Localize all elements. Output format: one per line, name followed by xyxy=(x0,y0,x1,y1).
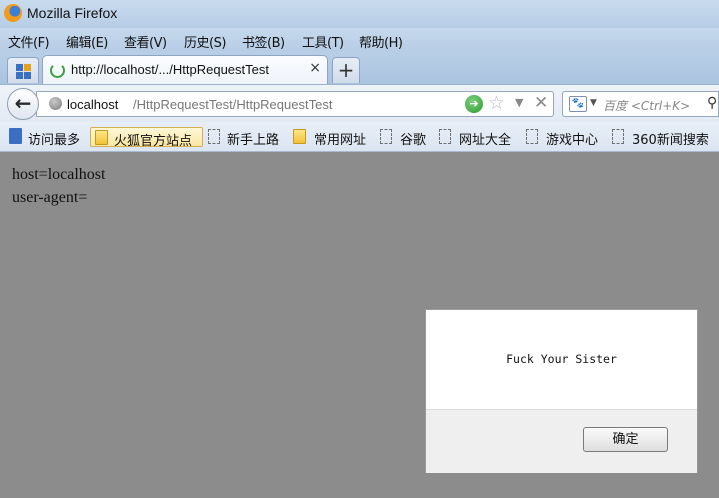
menu-history[interactable]: 历史(S) xyxy=(184,32,226,51)
bookmark-most-visited[interactable]: 访问最多 xyxy=(9,127,91,148)
firefox-logo-icon xyxy=(4,4,22,22)
bookmark-firefox-site[interactable]: 火狐官方站点 xyxy=(90,127,203,149)
tab-close-icon[interactable]: × xyxy=(309,60,321,76)
menu-edit[interactable]: 编辑(E) xyxy=(66,32,108,51)
navigation-bar: localhost /HttpRequestTest/HttpRequestTe… xyxy=(0,84,719,122)
search-bar[interactable]: 🐾 ▼ 百度 <Ctrl+K> ⚲ xyxy=(562,91,719,117)
bookmark-url-directory[interactable]: 网址大全 xyxy=(439,127,519,148)
menu-tools[interactable]: 工具(T) xyxy=(302,32,344,51)
host-line: host=localhost xyxy=(12,166,106,183)
bookmark-label: 游戏中心 xyxy=(546,133,599,148)
bookmark-game-center[interactable]: 游戏中心 xyxy=(526,127,606,148)
bookmark-label: 新手上路 xyxy=(227,133,280,148)
menu-file[interactable]: 文件(F) xyxy=(8,32,50,51)
tab-title: http://localhost/.../HttpRequestTest xyxy=(71,62,269,77)
globe-icon xyxy=(49,97,62,110)
tab-strip: http://localhost/.../HttpRequestTest × + xyxy=(0,52,719,84)
search-placeholder: 百度 <Ctrl+K> xyxy=(603,99,691,113)
bookmark-label: 360新闻搜索 xyxy=(632,133,709,148)
new-tab-button[interactable]: + xyxy=(332,57,360,83)
alert-message: Fuck Your Sister xyxy=(506,352,617,366)
window-title: Mozilla Firefox xyxy=(27,5,118,21)
magnifier-icon[interactable]: ⚲ xyxy=(707,95,717,111)
bookmark-label: 谷歌 xyxy=(400,133,427,148)
alert-dialog: Fuck Your Sister 确定 xyxy=(425,309,698,473)
bookmark-360-news[interactable]: 360新闻搜索 xyxy=(612,127,719,148)
menu-bookmarks[interactable]: 书签(B) xyxy=(242,32,285,51)
folder-icon xyxy=(293,129,306,144)
folder-icon xyxy=(95,130,108,145)
menu-help[interactable]: 帮助(H) xyxy=(359,32,403,51)
page-icon xyxy=(526,129,538,144)
tab-groups-button[interactable] xyxy=(7,57,39,83)
bookmark-label: 网址大全 xyxy=(459,133,512,148)
back-button[interactable]: ← xyxy=(7,88,39,120)
bookmark-label: 访问最多 xyxy=(28,133,81,148)
menu-view[interactable]: 查看(V) xyxy=(124,32,167,51)
page-icon xyxy=(208,129,220,144)
ok-button[interactable]: 确定 xyxy=(583,427,668,452)
stop-icon[interactable]: ✕ xyxy=(534,93,548,113)
bookmark-book-icon xyxy=(9,128,22,144)
page-icon xyxy=(612,129,624,144)
search-engine-dropdown-icon[interactable]: ▼ xyxy=(590,98,597,108)
bookmark-star-icon[interactable]: ☆ xyxy=(488,92,505,114)
bookmark-label: 火狐官方站点 xyxy=(114,134,193,149)
bookmark-label: 常用网址 xyxy=(314,133,367,148)
url-host: localhost xyxy=(67,97,119,112)
user-agent-line: user-agent= xyxy=(12,189,88,206)
back-arrow-icon: ← xyxy=(14,91,32,115)
alert-footer: 确定 xyxy=(426,409,697,473)
loading-spinner-icon xyxy=(50,63,65,78)
url-path: /HttpRequestTest/HttpRequestTest xyxy=(133,97,333,112)
go-arrow-icon[interactable]: ➔ xyxy=(465,95,483,113)
bookmarks-toolbar: 访问最多 火狐官方站点 新手上路 常用网址 谷歌 网址大全 游戏中心 360新闻… xyxy=(0,122,719,152)
bookmark-common-sites[interactable]: 常用网址 xyxy=(293,127,373,148)
tab-current[interactable]: http://localhost/.../HttpRequestTest × xyxy=(42,55,328,84)
page-icon xyxy=(380,129,392,144)
page-icon xyxy=(439,129,451,144)
url-bar[interactable]: localhost /HttpRequestTest/HttpRequestTe… xyxy=(36,91,554,117)
menu-bar: 文件(F) 编辑(E) 查看(V) 历史(S) 书签(B) 工具(T) 帮助(H… xyxy=(0,28,719,52)
history-dropdown-icon[interactable]: ▼ xyxy=(515,96,523,109)
baidu-paw-icon[interactable]: 🐾 xyxy=(569,96,587,112)
bookmark-google[interactable]: 谷歌 xyxy=(380,127,432,148)
bookmark-getting-started[interactable]: 新手上路 xyxy=(208,127,288,148)
title-bar: Mozilla Firefox xyxy=(0,0,719,28)
